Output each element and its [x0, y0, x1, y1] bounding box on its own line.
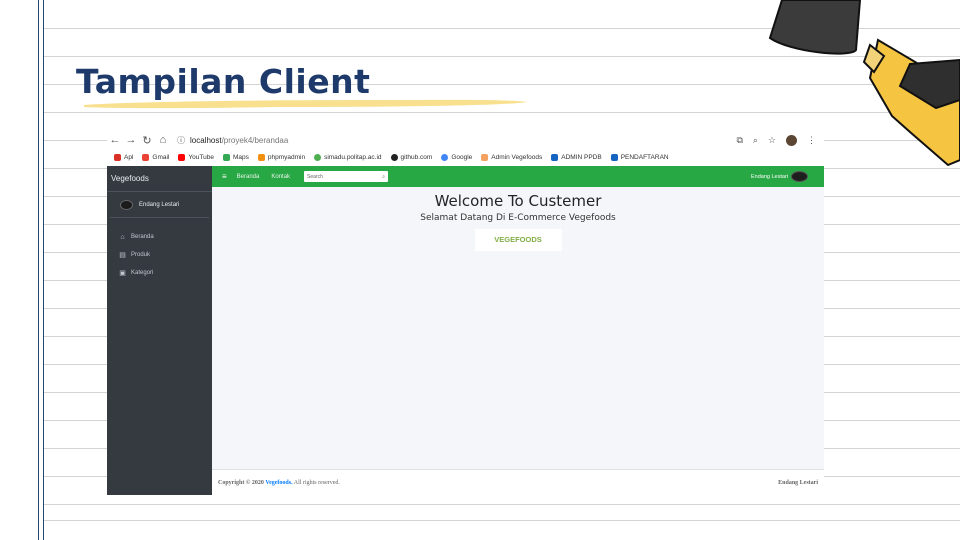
search-icon[interactable]: ⌕: [382, 174, 385, 180]
footer-brand-link[interactable]: Vegefoods.: [265, 480, 292, 486]
url-host: localhost: [190, 135, 222, 145]
bookmark-apps[interactable]: Apl: [114, 154, 133, 161]
back-icon[interactable]: ←: [107, 134, 123, 146]
margin-line: [38, 0, 39, 540]
welcome-subtitle: Selamat Datang Di E-Commerce Vegefoods: [420, 213, 616, 223]
admin-vegefoods-icon: [481, 154, 489, 161]
sidebar-brand[interactable]: Vegefoods: [107, 166, 212, 192]
zoom-icon[interactable]: ⌕: [753, 135, 758, 146]
sidebar-user-name: Endang Lestari: [139, 201, 180, 208]
nav-link-kontak[interactable]: Kontak: [271, 174, 290, 180]
bookmark-github[interactable]: github.com: [390, 154, 432, 161]
simadu-icon: [314, 154, 322, 161]
search-input[interactable]: Search ⌕: [304, 171, 389, 182]
youtube-icon: [178, 154, 186, 161]
ppdb-icon: [551, 154, 559, 161]
maps-icon: [222, 154, 230, 161]
file-icon: ▤: [119, 252, 126, 259]
web-app: Vegefoods Endang Lestari ⌂ Beranda ▤ Pro…: [107, 166, 824, 495]
forward-icon[interactable]: →: [123, 134, 139, 146]
hamburger-icon[interactable]: ≡: [222, 172, 227, 181]
apps-grid-icon: [114, 154, 121, 161]
footer-copyright: Copyright © 2020 Vegefoods. All rights r…: [218, 479, 340, 486]
welcome-heading: Welcome To Custemer: [434, 192, 602, 210]
sidebar: Vegefoods Endang Lestari ⌂ Beranda ▤ Pro…: [107, 166, 212, 495]
bookmarks-bar: Apl Gmail YouTube Maps phpmyadmin simadu…: [107, 150, 824, 165]
sidebar-item-beranda[interactable]: ⌂ Beranda: [107, 228, 212, 246]
bookmark-gmail[interactable]: Gmail: [142, 154, 169, 161]
bookmark-youtube[interactable]: YouTube: [178, 154, 214, 161]
nav-link-beranda[interactable]: Beranda: [237, 174, 260, 180]
brand-card: VEGEFOODS: [474, 229, 562, 251]
google-icon: [441, 154, 449, 161]
slide-title: Tampilan Client: [76, 62, 371, 101]
home-icon: ⌂: [120, 233, 125, 241]
highlighter-marker-icon: [768, 0, 960, 167]
footer: Copyright © 2020 Vegefoods. All rights r…: [212, 469, 824, 495]
bookmark-admin-ppdb[interactable]: ADMIN PPDB: [551, 154, 602, 161]
bookmark-google[interactable]: Google: [441, 154, 472, 161]
avatar: [120, 199, 133, 210]
url-path: /proyek4/berandaa: [221, 135, 289, 145]
sidebar-item-kategori[interactable]: ▣ Kategori: [107, 264, 212, 282]
sidebar-item-produk[interactable]: ▤ Produk: [107, 246, 212, 264]
bookmark-maps[interactable]: Maps: [222, 154, 249, 161]
sidebar-menu: ⌂ Beranda ▤ Produk ▣ Kategori: [107, 228, 212, 282]
url-field[interactable]: ⓘ localhost/proyek4/berandaa: [177, 135, 736, 146]
sidebar-user-panel[interactable]: Endang Lestari: [110, 192, 209, 218]
avatar: [791, 171, 808, 182]
bookmark-simadu[interactable]: simadu.politap.ac.id: [314, 154, 382, 161]
main-content: Welcome To Custemer Selamat Datang Di E-…: [212, 187, 824, 469]
home-icon[interactable]: ⌂: [155, 134, 171, 146]
pendaftaran-icon: [610, 154, 618, 161]
reload-icon[interactable]: ↻: [139, 134, 155, 147]
browser-window: ← → ↻ ⌂ ⓘ localhost/proyek4/berandaa ⧉ ⌕…: [107, 131, 824, 495]
footer-author: Endang Lestari: [778, 479, 818, 486]
bookmark-admin-vegefoods[interactable]: Admin Vegefoods: [481, 154, 542, 161]
navbar-user-name: Endang Lestari: [751, 173, 788, 180]
github-icon: [390, 154, 398, 161]
bookmark-pendaftaran[interactable]: PENDAFTARAN: [610, 154, 669, 161]
bookmark-phpmyadmin[interactable]: phpmyadmin: [257, 154, 305, 161]
address-bar: ← → ↻ ⌂ ⓘ localhost/proyek4/berandaa ⧉ ⌕…: [107, 131, 824, 149]
gmail-icon: [142, 154, 150, 161]
translate-icon[interactable]: ⧉: [736, 135, 742, 146]
info-icon: ⓘ: [177, 135, 185, 145]
margin-line: [43, 0, 44, 540]
phpmyadmin-icon: [257, 154, 265, 161]
top-navbar: ≡ Beranda Kontak Search ⌕ Endang Lestari: [212, 166, 824, 187]
image-icon: ▣: [119, 270, 126, 277]
navbar-user[interactable]: Endang Lestari: [751, 171, 808, 182]
search-placeholder: Search: [307, 173, 323, 180]
